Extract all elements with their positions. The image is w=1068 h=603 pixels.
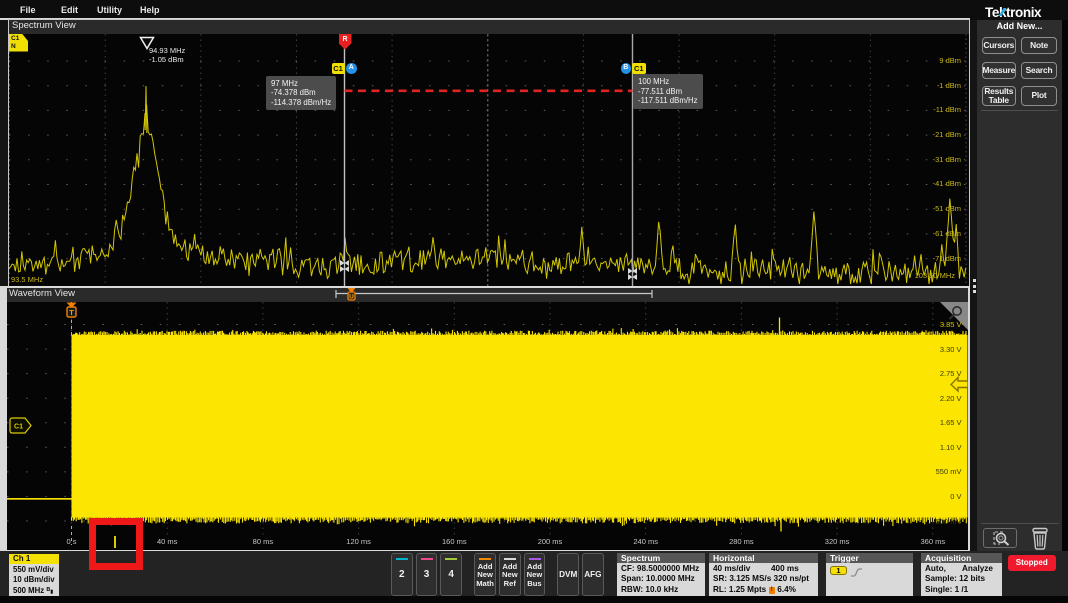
svg-text:U: U <box>349 294 354 301</box>
svg-text:T: T <box>69 308 74 317</box>
svg-text:C1: C1 <box>14 424 23 431</box>
